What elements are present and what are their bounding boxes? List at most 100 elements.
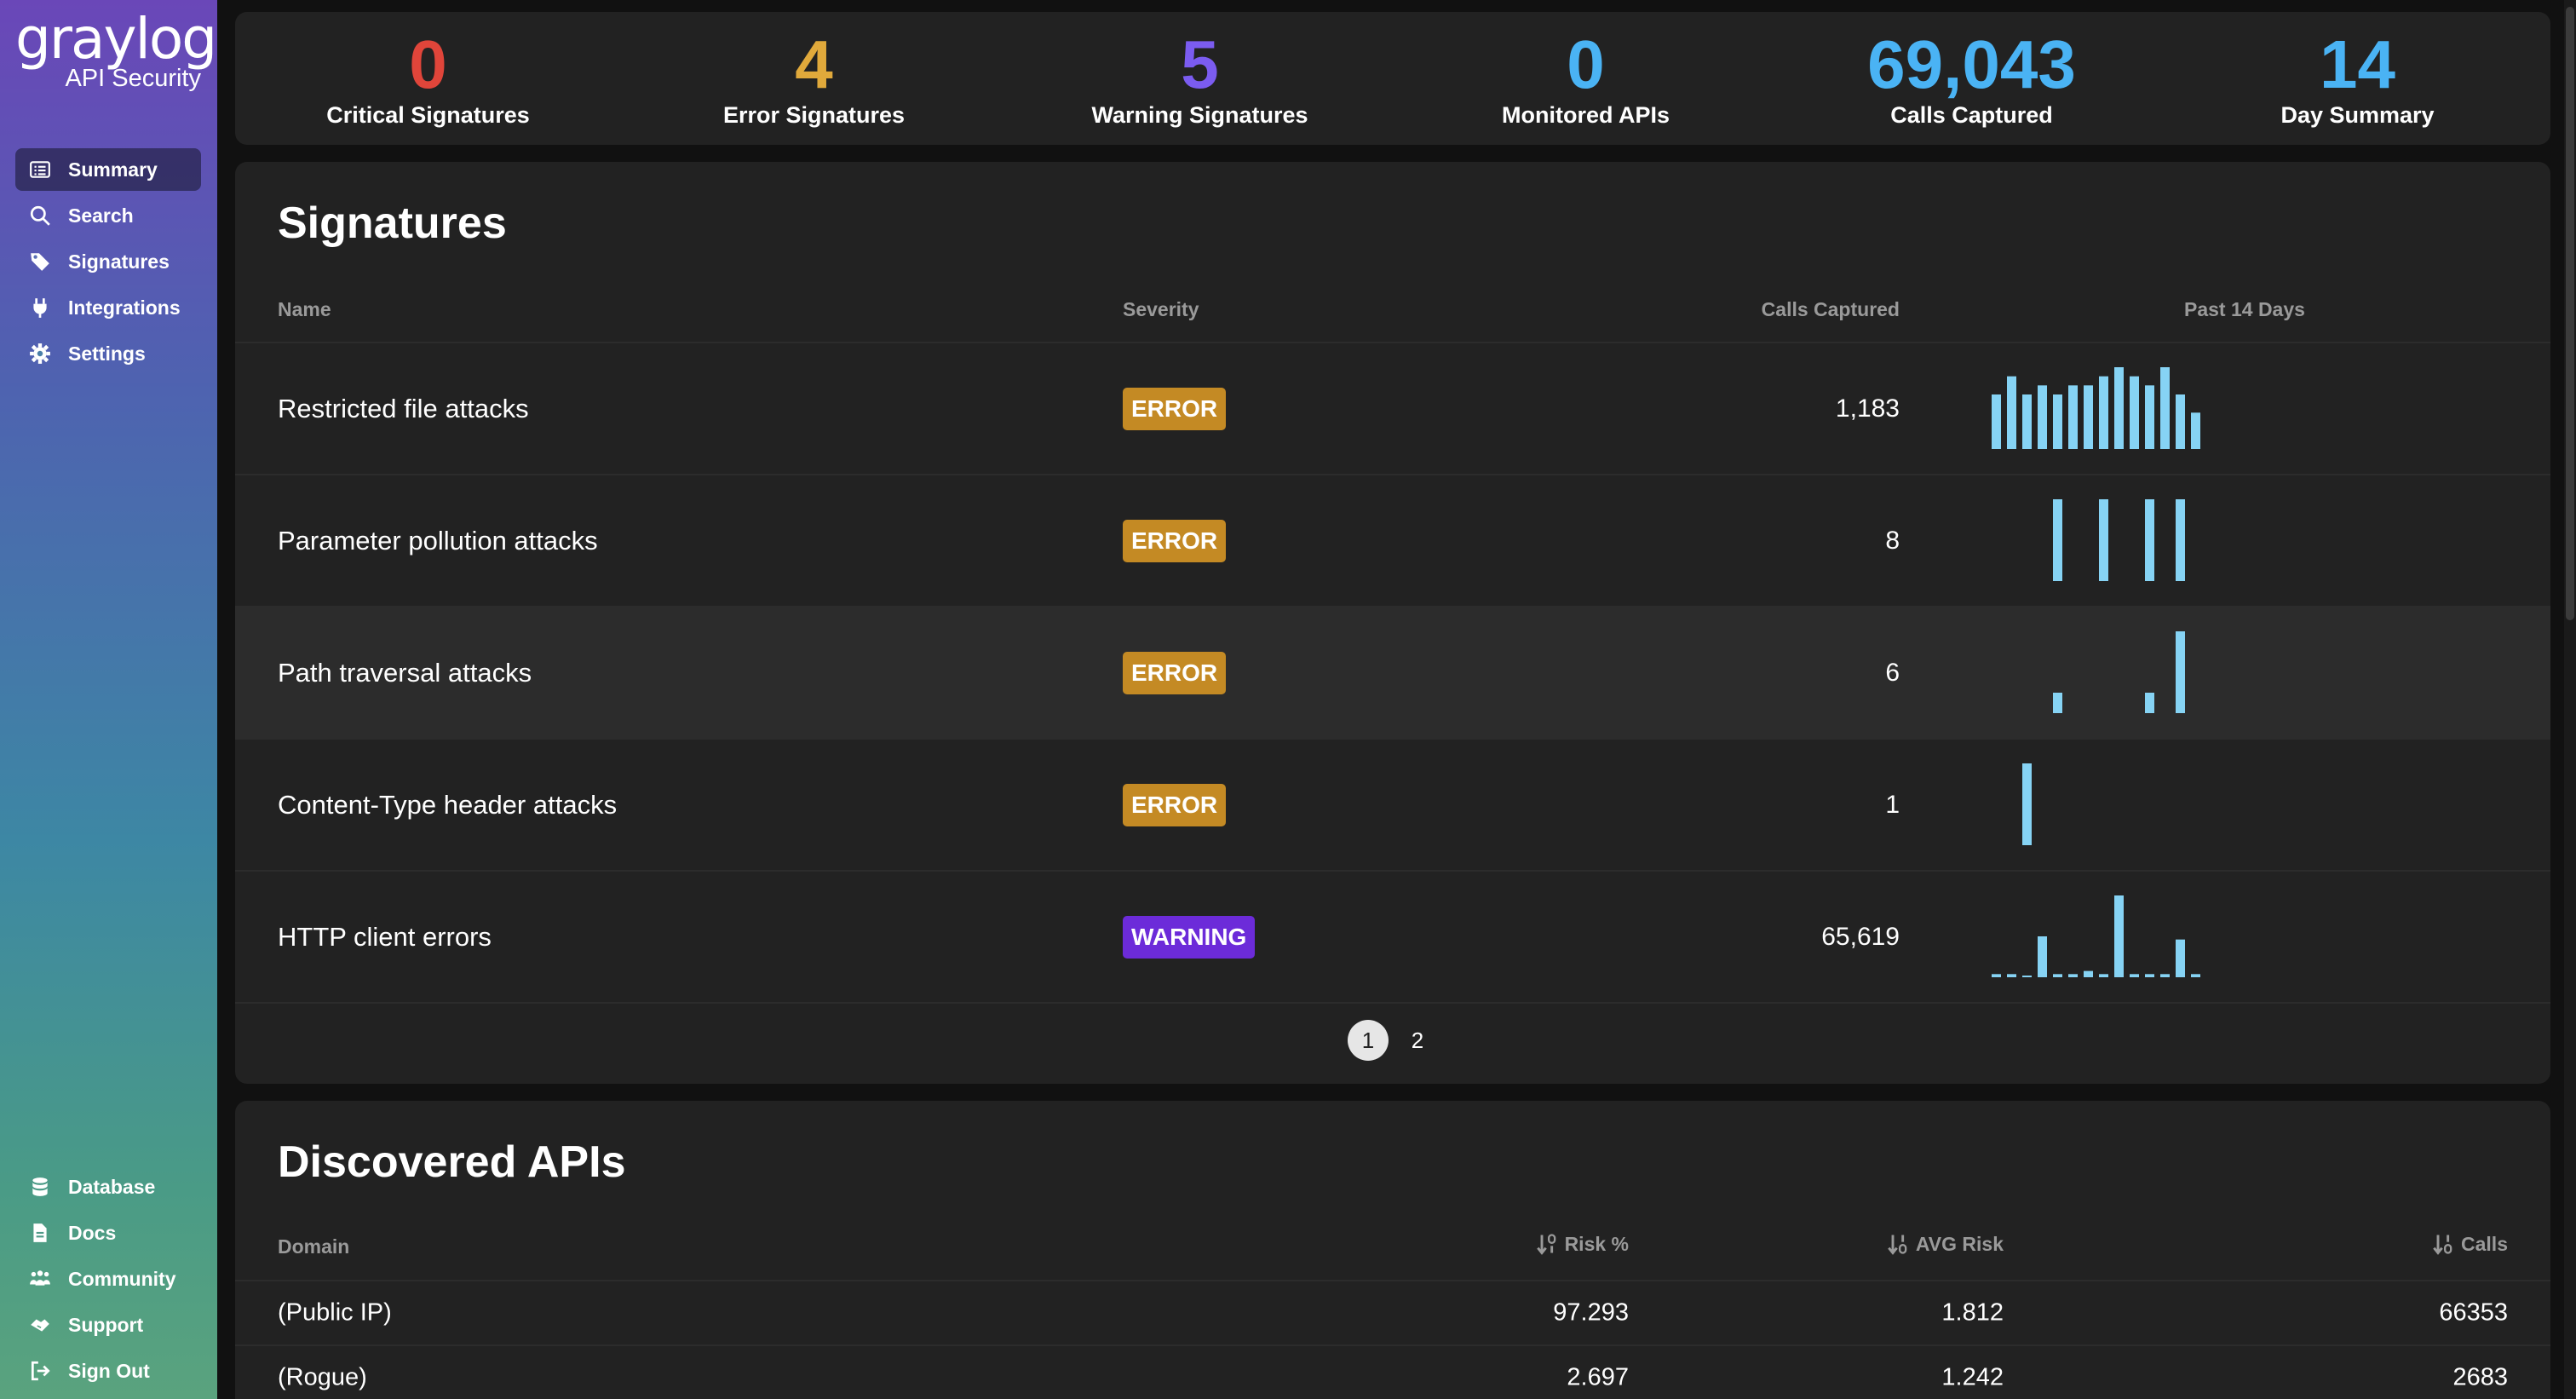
gear-icon [30,343,50,364]
sparkline-bar [2084,970,2093,977]
column-header-severity[interactable]: Severity [1123,298,1199,321]
stat-error-signatures[interactable]: 4 Error Signatures [621,12,1007,145]
search-icon [30,205,50,226]
nav-label: Docs [68,1221,117,1244]
sparkline-bar [1992,394,2001,449]
table-row[interactable]: (Public IP) 97.293 1.812 66353 [235,1281,2550,1344]
sparkline-bar [2176,499,2185,581]
trend-sparkline [2022,763,2032,845]
table-row[interactable]: HTTP client errors WARNING 65,619 [235,872,2550,1002]
nav-label: Search [68,204,134,227]
nav-item-summary[interactable]: Summary [15,148,201,191]
sort-descending-icon [2433,1235,2452,1255]
stat-warning-signatures[interactable]: 5 Warning Signatures [1007,12,1393,145]
stat-day-summary[interactable]: 14 Day Summary [2165,12,2550,145]
stat-value: 69,043 [1867,26,2076,102]
domain-value[interactable]: (Public IP) [278,1299,392,1327]
sparkline-bar [2022,976,2032,977]
sparkline-bar [2130,376,2139,449]
database-icon [32,1177,48,1196]
stat-value: 0 [409,26,447,102]
sparkline-bar [2145,385,2154,449]
stat-calls-captured[interactable]: 69,043 Calls Captured [1779,12,2165,145]
sparkline-bar [2099,376,2108,449]
stat-label: Monitored APIs [1501,101,1670,128]
avg-risk-value: 1.242 [1941,1363,2004,1391]
sparkline-bar [2160,367,2170,449]
column-header-domain[interactable]: Domain [278,1235,349,1258]
calls-captured-value: 8 [1885,526,1900,555]
stat-value: 4 [795,26,833,102]
discovered-apis-title: Discovered APIs [278,1137,626,1187]
nav-label: Support [68,1313,144,1336]
sort-descending-icon [1536,1234,1555,1255]
signature-name[interactable]: Restricted file attacks [278,394,529,424]
table-row[interactable]: Parameter pollution attacks ERROR 8 [235,475,2550,606]
stat-label: Critical Signatures [326,101,530,128]
sparkline-bar [2176,631,2185,713]
nav-item-community[interactable]: Community [15,1258,201,1300]
nav-item-settings[interactable]: Settings [15,332,201,375]
summary-icon [30,161,50,178]
sparkline-bar [2145,499,2154,581]
nav-label: Sign Out [68,1359,150,1382]
severity-badge: ERROR [1123,387,1227,430]
nav-item-docs[interactable]: Docs [15,1212,201,1254]
stat-value: 5 [1181,26,1219,102]
nav-label: Community [68,1267,176,1290]
signature-name[interactable]: Content-Type header attacks [278,790,617,820]
column-header-name[interactable]: Name [278,298,331,321]
signature-name[interactable]: HTTP client errors [278,922,492,953]
calls-value: 2683 [2452,1363,2508,1391]
handshake-icon [31,1319,49,1332]
graylog-logo[interactable]: graylog API Security [15,9,217,93]
calls-captured-value: 6 [1885,658,1900,687]
scrollbar-thumb[interactable] [2566,7,2574,620]
risk-value: 97.293 [1553,1298,1629,1327]
calls-value: 66353 [2439,1298,2508,1327]
column-header-risk[interactable]: Risk % [1536,1232,1629,1256]
calls-captured-value: 1 [1885,790,1900,819]
stat-monitored-apis[interactable]: 0 Monitored APIs [1393,12,1779,145]
table-row[interactable]: Restricted file attacks ERROR 1,183 [235,343,2550,474]
avg-risk-value: 1.812 [1941,1298,2004,1327]
column-header-label: AVG Risk [1915,1232,2004,1255]
calls-captured-value: 1,183 [1835,394,1900,423]
signature-name[interactable]: Path traversal attacks [278,658,532,688]
nav-item-integrations[interactable]: Integrations [15,286,201,329]
sparkline-bar [2145,974,2154,977]
nav-item-signatures[interactable]: Signatures [15,240,201,283]
tag-icon [31,253,49,271]
document-icon [33,1223,47,1242]
stat-label: Warning Signatures [1091,101,1308,128]
page-button-2[interactable]: 2 [1397,1020,1438,1061]
table-row[interactable]: (Rogue) 2.697 1.242 2683 [235,1346,2550,1399]
stat-value: 0 [1567,26,1605,102]
sparkline-bar [2099,974,2108,977]
plug-icon [33,298,47,318]
nav-item-support[interactable]: Support [15,1304,201,1346]
stat-label: Day Summary [2280,101,2435,128]
signature-name[interactable]: Parameter pollution attacks [278,526,598,556]
domain-value[interactable]: (Rogue) [278,1364,367,1392]
sparkline-bar [2007,376,2016,449]
sparkline-bar [2007,974,2016,977]
nav-item-sign-out[interactable]: Sign Out [15,1350,201,1392]
stat-critical-signatures[interactable]: 0 Critical Signatures [235,12,621,145]
sparkline-bar [2145,693,2154,713]
table-row[interactable]: Path traversal attacks ERROR 6 [235,607,2550,738]
people-icon [30,1270,50,1286]
table-row[interactable]: Content-Type header attacks ERROR 1 [235,740,2550,870]
page-button-1[interactable]: 1 [1348,1020,1389,1061]
column-header-avg-risk[interactable]: AVG Risk [1887,1232,2004,1256]
discovered-apis-card: Discovered APIs Domain Risk % AVG Risk C… [235,1101,2550,1399]
sparkline-bar [2191,412,2200,449]
primary-nav: Summary Search Signatures Integrations S… [15,148,201,378]
column-header-calls-captured[interactable]: Calls Captured [1762,298,1900,321]
sparkline-bar [2053,394,2062,449]
nav-item-database[interactable]: Database [15,1166,201,1208]
trend-sparkline [2053,499,2185,581]
nav-item-search[interactable]: Search [15,194,201,237]
page-scrollbar[interactable] [2564,0,2576,1399]
column-header-calls[interactable]: Calls [2432,1232,2508,1256]
